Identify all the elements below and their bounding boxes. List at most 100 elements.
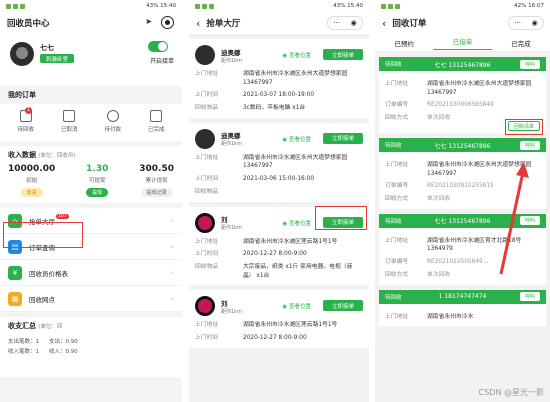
clock: 16:07 (528, 3, 544, 9)
address-value: 湖南省永州市冷水滩区永州大道梦想家园13467997 (427, 81, 532, 96)
phone-order-hall: 43% 15:40 ‹ 抢单大厅 ··· ◉ 迪奥娜 距你1km ◉ 查看位置 立即… (189, 0, 369, 402)
view-location-link[interactable]: ◉ 查看位置 (282, 302, 311, 310)
view-location-link[interactable]: ◉ 查看位置 (282, 135, 311, 143)
toggle-label: 开启接单 (149, 58, 174, 65)
address-key: 上门地址 (195, 322, 219, 329)
view-location-label: 查看位置 (288, 304, 311, 311)
user-card: 七七 刺激卧室 开启接单 (0, 34, 182, 86)
withdraw-button[interactable]: 提现 (86, 188, 109, 197)
grab-order-card: 刘距你1km ◉ 查看位置 立即接单 上门地址 湖南省永州市冷水滩区莲云路1号1号… (189, 290, 369, 348)
chevron-right-icon: › (170, 268, 174, 277)
order-no-value: RE2021030906565849 (427, 102, 494, 109)
accept-orders-toggle[interactable] (148, 41, 168, 52)
location-arrow-icon[interactable]: ➤ (145, 17, 152, 26)
method-value: 单次回收 (427, 196, 451, 203)
tab-booked[interactable]: 已预约 (375, 38, 433, 48)
distance: 距你1km (221, 225, 242, 231)
time-value: 2020-12-27 8:00-9:00 (243, 334, 307, 341)
close-icon[interactable]: ◉ (532, 19, 538, 27)
income-initial: 10000.00 初始 去充 (8, 164, 55, 197)
order-pending[interactable]: 1 待回收 (17, 107, 34, 133)
items-value: 3c数码，平板电脑 x1台 (243, 105, 306, 112)
method-key: 回收方式 (385, 115, 409, 122)
avatar (195, 296, 215, 317)
page-title: 回收订单 (392, 19, 427, 29)
highlight-order-hall (3, 222, 83, 248)
time-value: 2021-03-06 15:00-16:00 (243, 176, 315, 183)
order-label: 待付款 (104, 127, 121, 133)
page-title: 回收员中心 (7, 19, 50, 29)
watermark: CSDN @星光一影 (478, 388, 544, 397)
tab-completed[interactable]: 已完成 (492, 38, 550, 48)
more-icon[interactable]: ··· (333, 19, 340, 27)
order-to-pay[interactable]: 待付款 (104, 110, 121, 133)
grab-order-card: 迪奥娜 距你1km ◉ 查看位置 立即接单 上门地址 湖南省永州市冷水滩区永州大道梦… (189, 39, 369, 118)
method-key: 回收方式 (385, 196, 409, 203)
close-icon[interactable]: ◉ (351, 19, 357, 27)
withdraw-history-button[interactable]: 提现记录 (140, 188, 173, 197)
items-key: 回收物品 (195, 188, 219, 195)
menu-item-price-list[interactable]: ¥ 回收员价格表 › (0, 260, 182, 286)
call-button[interactable]: 呼叫 (519, 59, 540, 69)
highlight-recycle-list (505, 119, 543, 135)
view-location-link[interactable]: ◉ 查看位置 (282, 51, 311, 59)
address-key: 上门地址 (195, 71, 219, 77)
order-completed[interactable]: 已完成 (148, 110, 165, 133)
page-title: 抢单大厅 (206, 19, 241, 29)
income-label: 初始 (26, 178, 38, 184)
expense-total: 支出：0.90 (49, 339, 78, 345)
grab-order-button[interactable]: 立即接单 (323, 49, 363, 60)
view-location-label: 查看位置 (288, 136, 311, 143)
order-no-key: 订单编号 (385, 259, 409, 266)
title-bar: 回收员中心 ➤ (0, 12, 182, 34)
method-value: 单次回收 (427, 115, 451, 122)
time-value: 2021-03-07 18:00-19:00 (243, 92, 315, 99)
my-orders-title: 我的订单 (8, 91, 36, 99)
grab-order-button[interactable]: 立即接单 (323, 132, 363, 144)
order-tabs: 已预约 已接单 已完成 (375, 34, 550, 52)
back-arrow-icon[interactable]: ‹ (382, 17, 386, 30)
menu-item-outlets[interactable]: ▦ 回收网点 › (0, 286, 182, 312)
phone-collector-center: 43% 15:40 回收员中心 ➤ 七七 刺激卧室 开启接单 我的订单 1 待回… (0, 0, 182, 402)
summary-title: 收支汇总 (8, 322, 36, 330)
more-icon[interactable]: ··· (514, 19, 521, 27)
yen-icon: ¥ (8, 265, 22, 280)
order-no-value: RE2021030910255815 (427, 183, 494, 190)
call-button[interactable]: 呼叫 (519, 292, 540, 301)
customer-name: 刘 (221, 216, 228, 224)
income-title: 收入数据 (8, 151, 36, 159)
time-key: 上门时间 (195, 92, 219, 99)
chevron-right-icon: › (170, 216, 174, 225)
items-value: 大宗废品，纸类 x1斤 家用电器，电视（液晶） x1台 (243, 263, 353, 279)
mini-program-capsule[interactable]: ··· ◉ (327, 16, 363, 30)
map-pin-icon: ◉ (282, 53, 288, 59)
view-location-link[interactable]: ◉ 查看位置 (282, 219, 311, 227)
address-value: 湖南省永州市冷水滩区莲云路1号1号 (243, 238, 338, 245)
tab-accepted[interactable]: 已接单 (433, 36, 492, 50)
view-location-label: 查看位置 (288, 53, 311, 59)
status-bar: 43% 15:40 (189, 0, 369, 12)
income-section: 收入数据 (单位：回收币) 10000.00 初始 去充 1.30 可提现 提现… (0, 146, 182, 203)
address-key: 上门地址 (195, 154, 219, 161)
grab-order-button[interactable]: 立即接单 (323, 300, 363, 312)
back-arrow-icon[interactable]: ‹ (196, 17, 200, 30)
method-key: 回收方式 (385, 271, 409, 278)
address-key: 上门地址 (195, 238, 219, 245)
income-count: 收入笔数：1 (8, 349, 39, 355)
menu-label: 回收网点 (29, 295, 55, 304)
record-icon[interactable] (161, 16, 174, 29)
order-cancelled[interactable]: 已取消 (61, 110, 78, 133)
map-pin-icon: ◉ (282, 304, 288, 311)
highlight-grab-button (315, 205, 367, 230)
summary-unit: (单位：回 (38, 324, 63, 330)
title-bar: ‹ 回收订单 ··· ◉ (375, 12, 550, 34)
recharge-button[interactable]: 去充 (20, 188, 43, 197)
call-button[interactable]: 呼叫 (519, 140, 540, 150)
address-key: 上门地址 (385, 162, 409, 168)
time-key: 上门时间 (195, 251, 219, 258)
distance: 距你1km (221, 57, 242, 64)
order-status-row: 1 待回收 已取消 待付款 已完成 (0, 104, 182, 141)
menu-badge: 107 (56, 214, 69, 219)
avatar[interactable] (10, 42, 34, 66)
mini-program-capsule[interactable]: ··· ◉ (508, 16, 544, 30)
